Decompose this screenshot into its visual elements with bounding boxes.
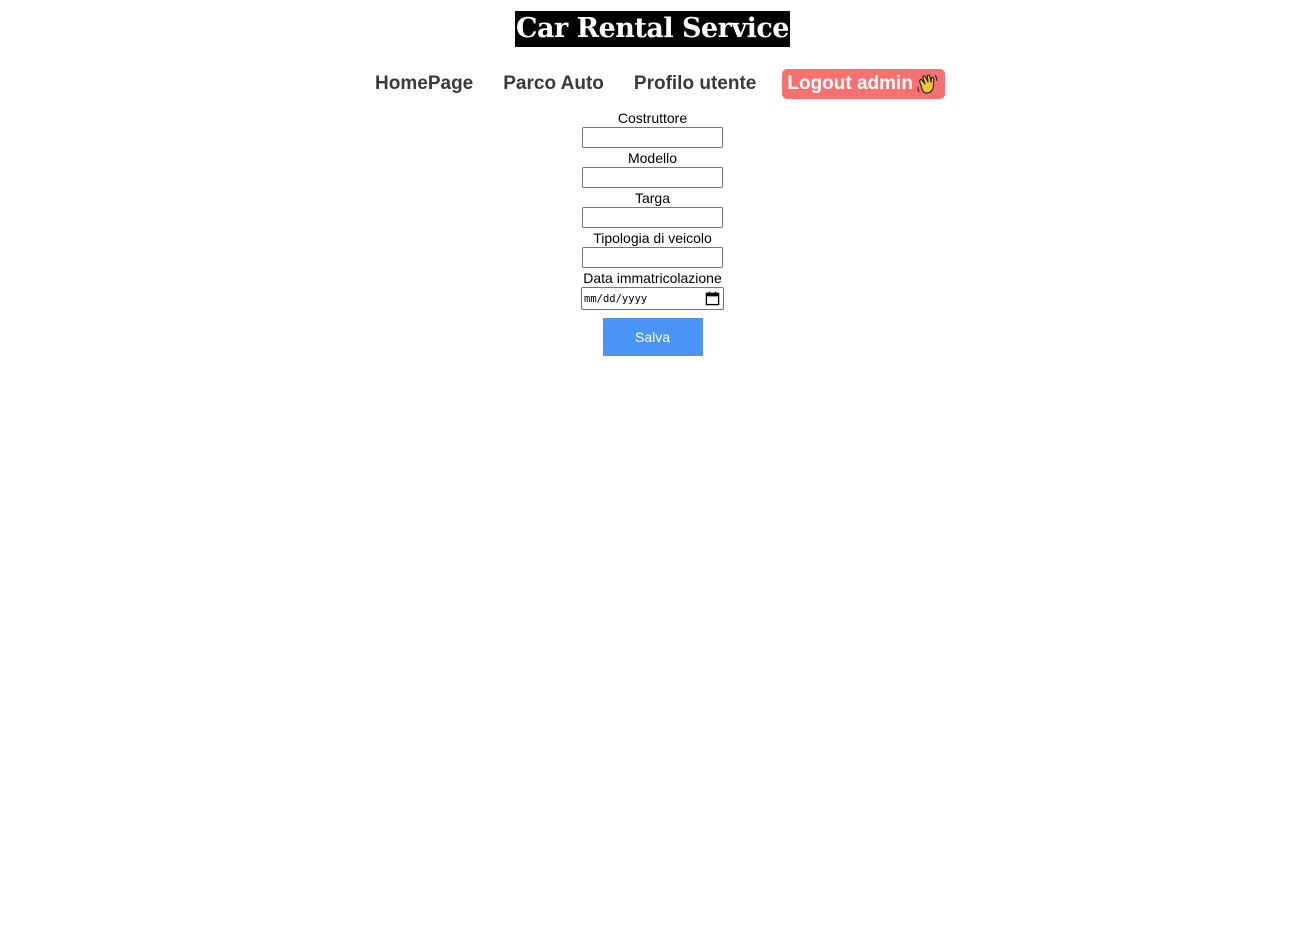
date-placeholder: mm/dd/yyyy bbox=[584, 292, 648, 305]
data-immatricolazione-label: Data immatricolazione bbox=[583, 270, 722, 286]
tipologia-veicolo-input[interactable] bbox=[582, 247, 723, 268]
header: Car Rental Service bbox=[0, 11, 1305, 47]
site-title: Car Rental Service bbox=[515, 11, 790, 47]
calendar-icon[interactable] bbox=[705, 291, 720, 306]
logout-button[interactable]: Logout admin bbox=[782, 69, 945, 99]
nav-link-profilo-utente[interactable]: Profilo utente bbox=[634, 73, 756, 95]
nav-link-homepage[interactable]: HomePage bbox=[375, 73, 473, 95]
nav-link-parco-auto[interactable]: Parco Auto bbox=[503, 73, 604, 95]
vehicle-form: Costruttore Modello Targa Tipologia di v… bbox=[0, 109, 1305, 356]
costruttore-label: Costruttore bbox=[617, 110, 688, 126]
save-button[interactable]: Salva bbox=[602, 318, 703, 356]
targa-input[interactable] bbox=[582, 207, 723, 228]
page: Car Rental Service HomePage Parco Auto P… bbox=[0, 0, 1305, 937]
costruttore-input[interactable] bbox=[582, 127, 723, 148]
modello-label: Modello bbox=[627, 150, 678, 166]
waving-hand-icon bbox=[917, 74, 938, 94]
data-immatricolazione-input[interactable]: mm/dd/yyyy bbox=[581, 287, 724, 310]
modello-input[interactable] bbox=[582, 167, 723, 188]
tipologia-veicolo-label: Tipologia di veicolo bbox=[593, 230, 712, 246]
logout-label: Logout admin bbox=[787, 73, 913, 94]
targa-label: Targa bbox=[634, 190, 671, 206]
main-nav: HomePage Parco Auto Profilo utente Logou… bbox=[0, 69, 1305, 99]
